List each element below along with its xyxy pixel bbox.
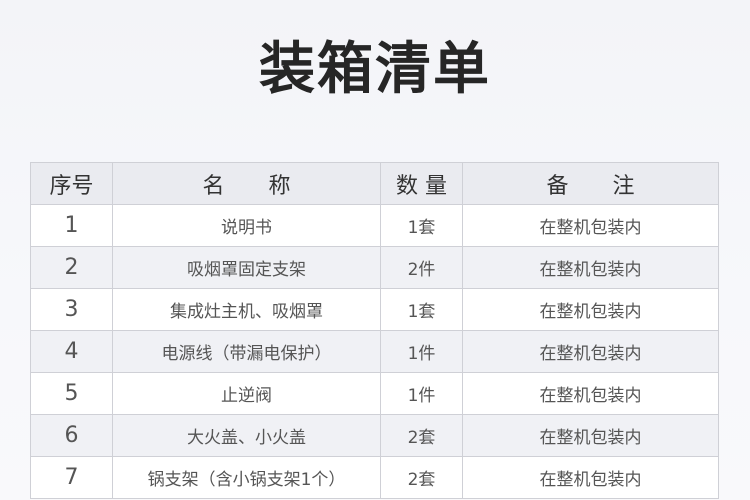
cell-no: 7 [30,456,113,499]
cell-name: 止逆阀 [112,372,381,415]
cell-qty: 1套 [380,288,463,331]
header-name: 名 称 [112,162,381,205]
cell-note: 在整机包装内 [462,204,719,247]
header-note: 备 注 [462,162,719,205]
cell-name: 集成灶主机、吸烟罩 [112,288,381,331]
header-qty: 数 量 [380,162,463,205]
table-row: 6 大火盖、小火盖 2套 在整机包装内 [30,414,719,457]
cell-note: 在整机包装内 [462,414,719,457]
cell-name: 说明书 [112,204,381,247]
cell-note: 在整机包装内 [462,246,719,289]
cell-no: 6 [30,414,113,457]
table-row: 3 集成灶主机、吸烟罩 1套 在整机包装内 [30,288,719,331]
table-row: 7 锅支架（含小锅支架1个） 2套 在整机包装内 [30,456,719,499]
cell-note: 在整机包装内 [462,288,719,331]
cell-qty: 1件 [380,330,463,373]
cell-note: 在整机包装内 [462,456,719,499]
cell-qty: 2套 [380,456,463,499]
cell-no: 3 [30,288,113,331]
header-no: 序号 [30,162,113,205]
cell-qty: 2件 [380,246,463,289]
cell-qty: 1件 [380,372,463,415]
cell-name: 锅支架（含小锅支架1个） [112,456,381,499]
cell-qty: 1套 [380,204,463,247]
cell-no: 2 [30,246,113,289]
cell-name: 吸烟罩固定支架 [112,246,381,289]
cell-no: 5 [30,372,113,415]
cell-no: 1 [30,204,113,247]
cell-no: 4 [30,330,113,373]
cell-name: 大火盖、小火盖 [112,414,381,457]
cell-name: 电源线（带漏电保护） [112,330,381,373]
table-row: 2 吸烟罩固定支架 2件 在整机包装内 [30,246,719,289]
packing-list-table: 序号 名 称 数 量 备 注 1 说明书 1套 在整机包装内 2 吸烟罩固定支架… [30,162,719,499]
table-header-row: 序号 名 称 数 量 备 注 [30,162,719,205]
cell-note: 在整机包装内 [462,330,719,373]
table-row: 4 电源线（带漏电保护） 1件 在整机包装内 [30,330,719,373]
table-row: 5 止逆阀 1件 在整机包装内 [30,372,719,415]
table-row: 1 说明书 1套 在整机包装内 [30,204,719,247]
cell-note: 在整机包装内 [462,372,719,415]
cell-qty: 2套 [380,414,463,457]
page-title: 装箱清单 [259,37,491,102]
